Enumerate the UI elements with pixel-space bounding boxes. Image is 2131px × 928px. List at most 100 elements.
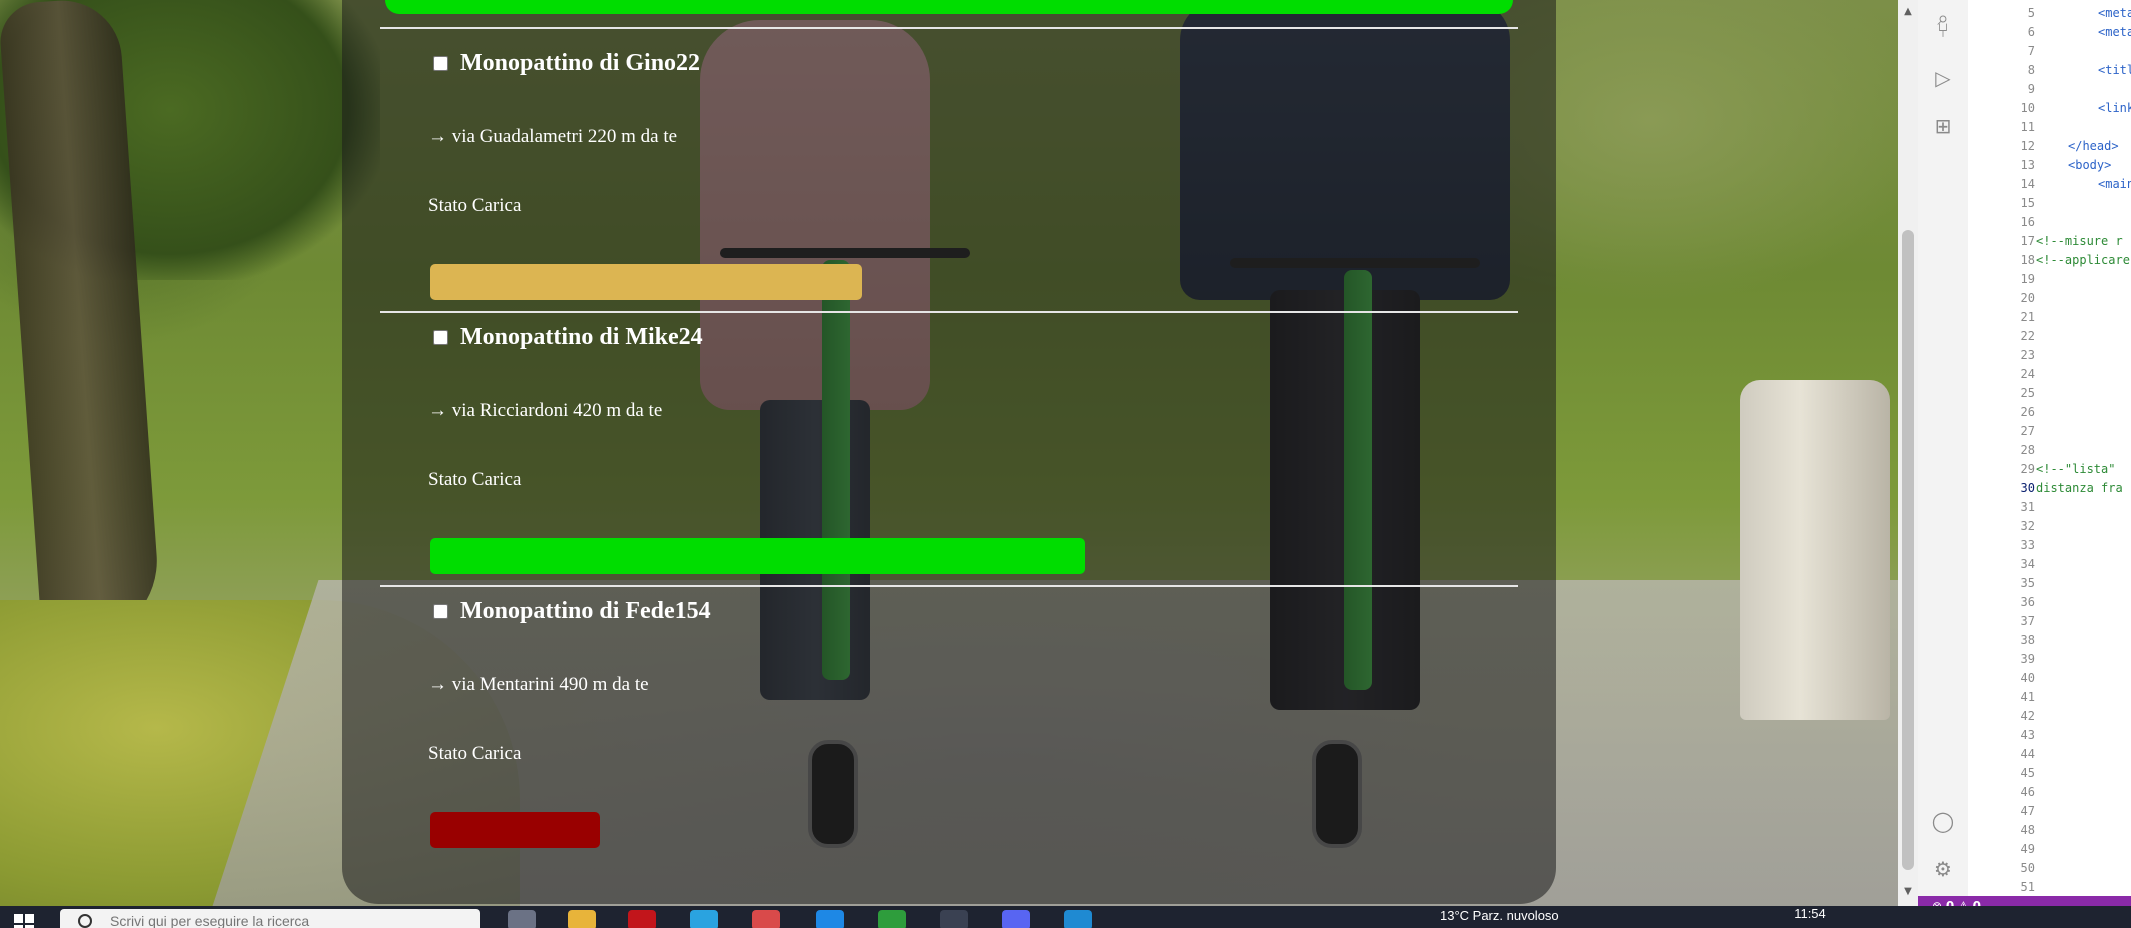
xbox-icon[interactable] bbox=[878, 910, 906, 928]
netflix-icon[interactable] bbox=[628, 910, 656, 928]
discord-icon[interactable] bbox=[1002, 910, 1030, 928]
browser-viewport: Monopattino di Gino22 → via Guadalametri… bbox=[0, 0, 1898, 906]
line-number: 45 bbox=[2020, 766, 2035, 780]
telegram-icon[interactable] bbox=[690, 910, 718, 928]
scooter-name: Monopattino di Fede154 bbox=[460, 598, 711, 624]
line-number: 29 bbox=[2020, 462, 2035, 476]
browser-scrollbar[interactable]: ▲ ▼ bbox=[1898, 0, 1918, 906]
line-number: 12 bbox=[2020, 139, 2035, 153]
line-number: 14 bbox=[2020, 177, 2035, 191]
line-number: 7 bbox=[2027, 44, 2035, 58]
charge-bar bbox=[430, 812, 600, 848]
list-item-title: Monopattino di Mike24 bbox=[433, 324, 703, 351]
line-number: 46 bbox=[2020, 785, 2035, 799]
line-number: 49 bbox=[2020, 842, 2035, 856]
code-line[interactable]: <main bbox=[2098, 177, 2131, 191]
scooter-location: → via Ricciardoni 420 m da te bbox=[428, 400, 663, 421]
line-number: 20 bbox=[2020, 291, 2035, 305]
task-view-icon[interactable] bbox=[508, 910, 536, 928]
line-number: 33 bbox=[2020, 538, 2035, 552]
weather-widget[interactable]: 13°C Parz. nuvoloso bbox=[1440, 908, 1559, 923]
gear-icon[interactable]: ⚙ bbox=[1931, 857, 1955, 881]
charge-bar bbox=[430, 264, 862, 300]
line-number: 21 bbox=[2020, 310, 2035, 324]
select-checkbox[interactable] bbox=[433, 56, 448, 71]
photoshop-icon[interactable] bbox=[816, 910, 844, 928]
line-number: 13 bbox=[2020, 158, 2035, 172]
scrollbar-thumb[interactable] bbox=[1902, 230, 1914, 870]
line-number: 27 bbox=[2020, 424, 2035, 438]
code-line[interactable]: </head> bbox=[2068, 139, 2119, 153]
line-number: 25 bbox=[2020, 386, 2035, 400]
start-button[interactable] bbox=[0, 910, 40, 928]
line-number: 51 bbox=[2020, 880, 2035, 894]
code-line[interactable]: <meta bbox=[2098, 25, 2131, 39]
chrome-icon[interactable] bbox=[940, 910, 968, 928]
extensions-icon[interactable]: ⊞ bbox=[1931, 114, 1955, 138]
source-control-icon[interactable]: ⑂ bbox=[1931, 18, 1955, 42]
code-editor: ⌕ ⑂ ▷ ⊞ ◯ ⚙ 5 6 7 8 9 10 11 12 13 14 15 16 17 18 19 20 2… bbox=[1918, 0, 2131, 916]
code-line[interactable]: <body> bbox=[2068, 158, 2111, 172]
separator bbox=[380, 27, 1518, 29]
previous-charge-bar bbox=[385, 0, 1513, 14]
separator bbox=[380, 311, 1518, 313]
line-number: 44 bbox=[2020, 747, 2035, 761]
scooter-name: Monopattino di Mike24 bbox=[460, 324, 703, 350]
scooter-location: → via Guadalametri 220 m da te bbox=[428, 126, 678, 147]
taskbar-search[interactable] bbox=[60, 909, 480, 928]
taskbar-search-input[interactable] bbox=[108, 909, 452, 928]
line-number: 31 bbox=[2020, 500, 2035, 514]
line-number: 43 bbox=[2020, 728, 2035, 742]
line-number: 17 bbox=[2020, 234, 2035, 248]
code-line[interactable]: <titl bbox=[2098, 63, 2131, 77]
line-number: 18 bbox=[2020, 253, 2035, 267]
separator bbox=[380, 585, 1518, 587]
line-number: 37 bbox=[2020, 614, 2035, 628]
line-number: 10 bbox=[2020, 101, 2035, 115]
taskbar-clock[interactable]: 11:54 bbox=[1790, 906, 1830, 921]
line-number: 41 bbox=[2020, 690, 2035, 704]
line-number: 24 bbox=[2020, 367, 2035, 381]
account-icon[interactable]: ◯ bbox=[1931, 809, 1955, 833]
vscode-icon[interactable] bbox=[1064, 910, 1092, 928]
line-number: 34 bbox=[2020, 557, 2035, 571]
scroll-down-icon[interactable]: ▼ bbox=[1898, 882, 1918, 902]
charge-label: Stato Carica bbox=[428, 743, 522, 764]
code-line[interactable]: <!--misure r bbox=[2036, 234, 2123, 248]
select-checkbox[interactable] bbox=[433, 330, 448, 345]
charge-bar bbox=[430, 538, 1085, 574]
line-number: 28 bbox=[2020, 443, 2035, 457]
select-checkbox[interactable] bbox=[433, 604, 448, 619]
scooter-location: → via Mentarini 490 m da te bbox=[428, 674, 649, 695]
charge-label: Stato Carica bbox=[428, 469, 522, 490]
line-number: 30 bbox=[2020, 481, 2035, 495]
windows-logo-icon bbox=[14, 914, 23, 923]
code-line[interactable]: <!--applicare bbox=[2036, 253, 2130, 267]
code-line[interactable]: <!--"lista" bbox=[2036, 462, 2115, 476]
line-number: 50 bbox=[2020, 861, 2035, 875]
line-number: 22 bbox=[2020, 329, 2035, 343]
code-line[interactable]: distanza fra bbox=[2036, 481, 2123, 495]
line-number: 39 bbox=[2020, 652, 2035, 666]
line-number: 26 bbox=[2020, 405, 2035, 419]
activity-bar: ⌕ ⑂ ▷ ⊞ ◯ ⚙ bbox=[1918, 0, 1968, 896]
line-number: 42 bbox=[2020, 709, 2035, 723]
file-explorer-icon[interactable] bbox=[568, 910, 596, 928]
scooter-name: Monopattino di Gino22 bbox=[460, 50, 701, 76]
line-number: 11 bbox=[2020, 120, 2035, 134]
line-number-gutter: 5 6 7 8 9 10 11 12 13 14 15 16 17 18 19 20 21 22 23 24 25 26 2… bbox=[1968, 0, 2043, 896]
line-number: 40 bbox=[2020, 671, 2035, 685]
line-number: 38 bbox=[2020, 633, 2035, 647]
line-number: 36 bbox=[2020, 595, 2035, 609]
code-line[interactable]: <meta bbox=[2098, 6, 2131, 20]
search-icon bbox=[78, 914, 92, 928]
windows-taskbar: 13°C Parz. nuvoloso 11:54 bbox=[0, 906, 2131, 928]
list-item-title: Monopattino di Fede154 bbox=[433, 598, 711, 625]
scroll-up-icon[interactable]: ▲ bbox=[1898, 2, 1918, 22]
line-number: 47 bbox=[2020, 804, 2035, 818]
app-icon[interactable] bbox=[752, 910, 780, 928]
code-line[interactable]: <link bbox=[2098, 101, 2131, 115]
run-debug-icon[interactable]: ▷ bbox=[1931, 66, 1955, 90]
line-number: 48 bbox=[2020, 823, 2035, 837]
line-number: 6 bbox=[2027, 25, 2035, 39]
